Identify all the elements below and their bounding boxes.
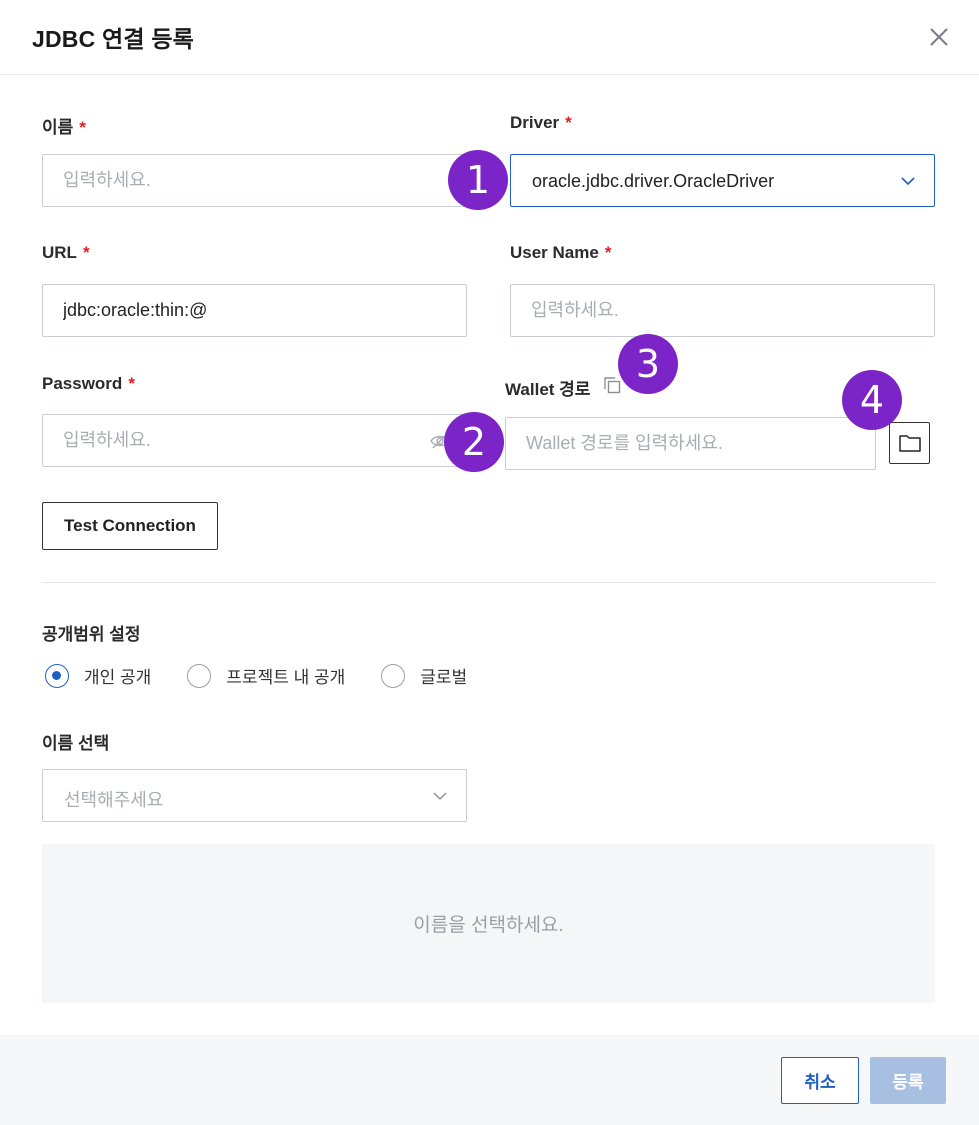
close-icon[interactable] [924, 22, 954, 52]
name-label: 이름 * [42, 113, 86, 138]
folder-icon [899, 435, 921, 452]
driver-label: Driver * [510, 113, 572, 133]
radio-circle[interactable] [187, 663, 212, 688]
radio-project[interactable]: 프로젝트 내 공개 [187, 663, 345, 688]
radio-label: 개인 공개 [84, 668, 152, 687]
url-input[interactable] [42, 284, 467, 337]
wallet-label: Wallet 경로 [505, 375, 590, 400]
selection-empty-state: 이름을 선택하세요. [42, 844, 935, 1003]
submit-button[interactable]: 등록 [870, 1057, 946, 1104]
empty-message: 이름을 선택하세요. [413, 915, 564, 936]
radio-global[interactable]: 글로벌 [381, 663, 467, 688]
dialog-footer: 취소 등록 [0, 1035, 979, 1125]
name-select-placeholder: 선택해주세요 [64, 790, 164, 810]
radio-label: 글로벌 [420, 668, 468, 687]
radio-private[interactable]: 개인 공개 [45, 663, 151, 688]
password-input[interactable] [42, 414, 467, 467]
radio-circle-checked[interactable] [45, 663, 69, 688]
required-mark: * [128, 374, 135, 393]
required-mark: * [82, 243, 90, 262]
required-mark: * [79, 118, 86, 137]
visibility-radio-group: 개인 공개 프로젝트 내 공개 글로벌 [45, 663, 503, 688]
name-select-label: 이름 선택 [42, 734, 110, 753]
visibility-label: 공개범위 설정 [42, 625, 141, 644]
required-mark: * [565, 113, 572, 132]
url-label-text: URL [42, 243, 77, 262]
password-label: Password * [42, 374, 135, 394]
radio-label: 프로젝트 내 공개 [226, 668, 346, 687]
dialog-header: JDBC 연결 등록 [0, 0, 979, 75]
password-label-text: Password [42, 374, 123, 393]
required-mark: * [604, 243, 612, 262]
url-label: URL * [42, 243, 90, 263]
divider [42, 582, 935, 583]
wallet-path-input[interactable] [505, 417, 876, 470]
username-label: User Name * [510, 243, 611, 263]
name-label-text: 이름 [42, 118, 74, 137]
browse-folder-button[interactable] [889, 422, 930, 464]
wallet-label-text: Wallet 경로 [505, 380, 591, 399]
username-label-text: User Name [510, 243, 599, 262]
cancel-button[interactable]: 취소 [781, 1057, 859, 1104]
username-input[interactable] [510, 284, 935, 337]
driver-select[interactable]: oracle.jdbc.driver.OracleDriver [510, 154, 935, 207]
annotation-badge-2: 2 [444, 412, 504, 472]
chevron-down-icon [433, 792, 447, 800]
annotation-badge-3: 3 [618, 334, 678, 394]
driver-label-text: Driver [510, 113, 560, 132]
name-select-dropdown[interactable]: 선택해주세요 [42, 769, 467, 822]
dialog-title: JDBC 연결 등록 [32, 26, 195, 52]
test-connection-button[interactable]: Test Connection [42, 502, 218, 550]
copy-icon[interactable] [602, 375, 622, 395]
annotation-badge-1: 1 [448, 150, 508, 210]
name-input[interactable] [42, 154, 467, 207]
chevron-down-icon [901, 177, 915, 186]
annotation-badge-4: 4 [842, 370, 902, 430]
radio-circle[interactable] [381, 663, 406, 688]
driver-select-value: oracle.jdbc.driver.OracleDriver [532, 171, 775, 191]
